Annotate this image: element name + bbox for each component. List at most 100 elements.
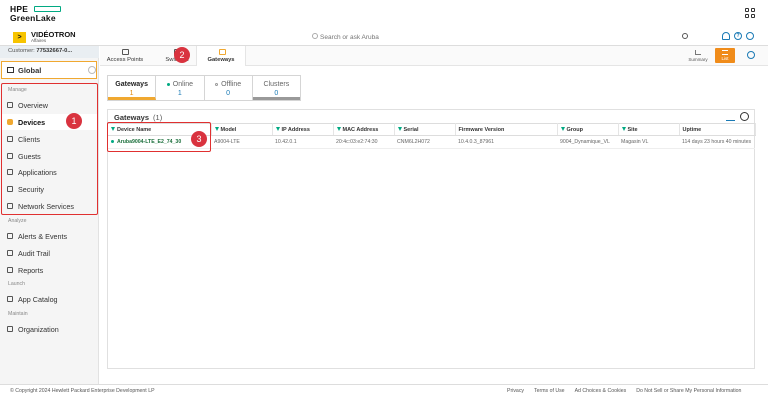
sidebar-item-label: App Catalog — [18, 295, 58, 304]
section-analyze: Analyze — [8, 218, 27, 224]
column-header-mac-address[interactable]: MAC Address — [333, 123, 395, 136]
column-header-serial[interactable]: Serial — [394, 123, 456, 136]
status-tab-label: Offline — [221, 81, 242, 88]
column-header-ip-address[interactable]: IP Address — [272, 123, 334, 136]
device-type-tabs: Access Points Switches Gateways Summary … — [100, 46, 768, 66]
column-header-model[interactable]: Model — [211, 123, 273, 136]
videotron-logo-icon[interactable]: > — [13, 32, 26, 43]
filter-icon[interactable] — [275, 127, 280, 132]
status-tab-count: 0 — [274, 90, 279, 97]
column-label: Serial — [403, 126, 419, 133]
tab-gateways[interactable]: Gateways — [196, 46, 246, 66]
offline-dot-icon — [215, 82, 219, 86]
top-bar: HPE GreenLake — [0, 0, 768, 28]
sidebar-item-label: Audit Trail — [18, 249, 50, 258]
footer: © Copyright 2024 Hewlett Packard Enterpr… — [0, 384, 768, 396]
logo-line2: GreenLake — [10, 13, 56, 23]
site-cell: Magasin VL — [618, 135, 679, 149]
bar-chart-icon — [695, 50, 701, 55]
filter-icon[interactable] — [214, 127, 219, 132]
sparkle-icon — [312, 33, 318, 39]
summary-view-button[interactable]: Summary — [688, 50, 708, 62]
status-tab-label: Online — [172, 81, 193, 88]
sidebar-item-label: Alerts & Events — [18, 232, 68, 241]
column-header-uptime[interactable]: Uptime — [679, 123, 756, 136]
panel-count: (1) — [153, 113, 163, 122]
status-tab-online[interactable]: Online 1 — [156, 76, 205, 100]
notifications-bell-icon[interactable] — [722, 32, 730, 40]
footer-link-do-not-sell[interactable]: Do Not Sell or Share My Personal Informa… — [636, 388, 741, 394]
status-tab-gateways[interactable]: Gateways 1 — [108, 76, 157, 100]
status-tab-count: 0 — [226, 90, 231, 97]
sidebar-item-label: Organization — [18, 325, 59, 334]
column-header-site[interactable]: Site — [618, 123, 680, 136]
help-icon[interactable]: ? — [734, 32, 742, 40]
tab-label: Gateways — [207, 57, 235, 63]
status-tab-offline[interactable]: Offline 0 — [205, 76, 253, 100]
copyright-text: © Copyright 2024 Hewlett Packard Enterpr… — [10, 388, 155, 394]
download-icon[interactable] — [726, 112, 735, 121]
app-catalog-icon — [7, 296, 13, 302]
footer-link-terms[interactable]: Terms of Use — [534, 388, 565, 394]
panel-title: Gateways (1) — [114, 113, 162, 122]
brand-subtitle: Affaires — [31, 38, 47, 43]
annotation-badge-3: 3 — [191, 131, 207, 147]
column-header-firmware-version[interactable]: Firmware Version — [455, 123, 558, 136]
audit-trail-icon — [7, 250, 13, 256]
status-tabs: Gateways 1 Online 1 Offline 0 Clusters 0 — [107, 75, 301, 101]
main-content: Access Points Switches Gateways Summary … — [100, 46, 768, 384]
online-dot-icon — [166, 82, 170, 86]
sidebar-item-audit-trail[interactable]: Audit Trail — [2, 245, 97, 261]
status-tab-label: Gateways — [115, 81, 148, 88]
customer-id: Customer: 77532667-0... — [0, 46, 99, 58]
app-grid-icon[interactable] — [745, 8, 755, 18]
uptime-cell: 114 days 23 hours 40 minutes — [679, 135, 755, 149]
mac-address-cell: 20:4c:03:e2:74:30 — [333, 135, 394, 149]
filter-icon[interactable] — [336, 127, 341, 132]
search-icon[interactable] — [682, 33, 688, 39]
column-header-group[interactable]: Group — [557, 123, 619, 136]
status-tab-label-wrap: Online — [156, 81, 203, 88]
sidebar-item-app-catalog[interactable]: App Catalog — [2, 291, 97, 307]
user-account-icon[interactable] — [746, 32, 754, 40]
customer-label: Customer: — [8, 48, 35, 54]
column-label: Firmware Version — [458, 126, 505, 133]
time-range-icon[interactable] — [747, 51, 755, 59]
global-scope-selector[interactable]: Global — [1, 61, 97, 79]
sidebar-item-label: Reports — [18, 266, 44, 275]
list-view-button[interactable]: List — [715, 48, 735, 63]
group-cell: 9004_Dynamique_VL — [557, 135, 618, 149]
brand-name: VIDÉOTRON — [31, 30, 76, 39]
filter-icon[interactable] — [621, 127, 626, 132]
summary-label: Summary — [688, 57, 708, 62]
column-label: Uptime — [682, 126, 702, 133]
filter-icon[interactable] — [397, 127, 402, 132]
more-options-icon[interactable] — [740, 112, 749, 121]
reports-icon — [7, 267, 13, 273]
annotation-box-sidebar-manage — [1, 83, 98, 215]
gateway-icon — [219, 49, 226, 55]
status-tab-count: 1 — [177, 90, 182, 97]
ip-address-cell: 10.42.0.1 — [272, 135, 333, 149]
sidebar-item-alerts-events[interactable]: Alerts & Events — [2, 228, 97, 244]
column-label: IP Address — [281, 126, 310, 133]
column-label: MAC Address — [342, 126, 379, 133]
global-label: Global — [18, 66, 42, 75]
sidebar-item-reports[interactable]: Reports — [2, 262, 97, 278]
column-label: Group — [566, 126, 584, 133]
app-header: > VIDÉOTRON Affaires ? — [0, 28, 768, 46]
footer-link-privacy[interactable]: Privacy — [507, 388, 524, 394]
search-bar — [310, 31, 694, 43]
annotation-badge-1: 1 — [66, 113, 82, 129]
sidebar-item-organization[interactable]: Organization — [2, 321, 97, 337]
alerts-icon — [7, 233, 13, 239]
search-input[interactable] — [320, 31, 680, 43]
global-icon — [7, 67, 14, 73]
footer-link-ad-choices[interactable]: Ad Choices & Cookies — [575, 388, 627, 394]
status-tab-clusters[interactable]: Clusters 0 — [252, 76, 300, 100]
status-tab-count: 1 — [129, 90, 134, 97]
tab-access-points[interactable]: Access Points — [100, 46, 150, 66]
filter-icon[interactable] — [560, 127, 565, 132]
scope-status-icon — [88, 66, 96, 74]
hpe-greenlake-logo[interactable]: HPE GreenLake — [10, 5, 61, 23]
